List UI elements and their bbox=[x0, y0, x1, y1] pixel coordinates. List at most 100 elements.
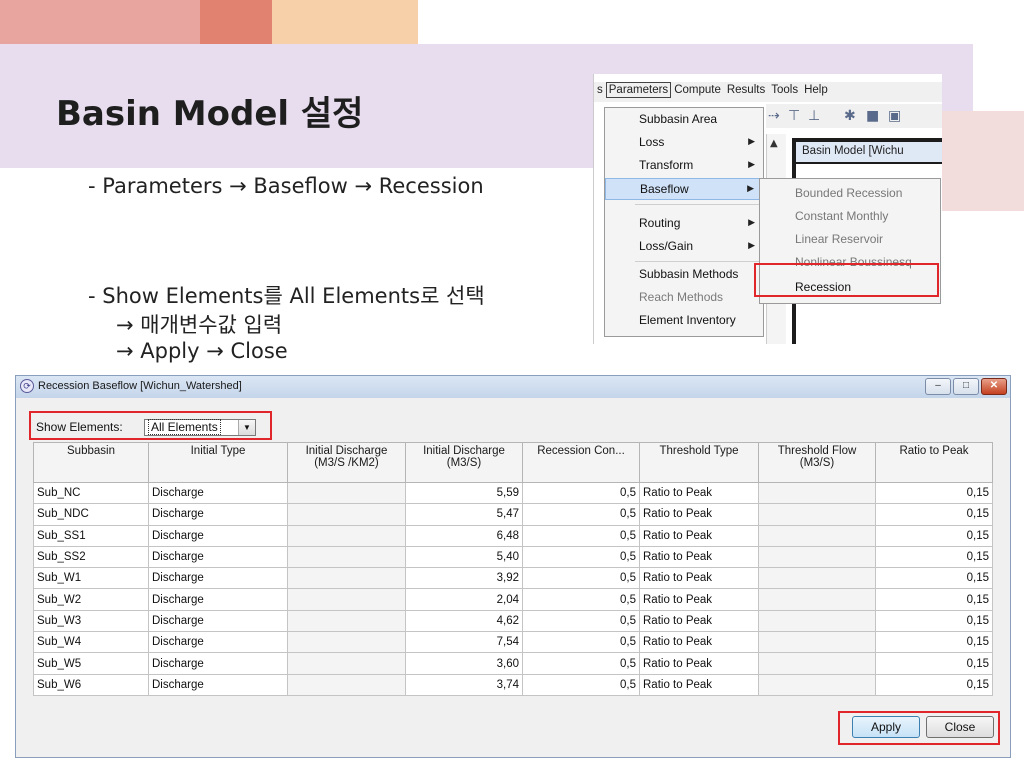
table-cell[interactable]: 0,5 bbox=[522, 588, 640, 611]
maximize-icon[interactable]: □ bbox=[953, 378, 979, 395]
table-cell[interactable]: Ratio to Peak bbox=[639, 524, 759, 547]
table-cell[interactable]: Discharge bbox=[148, 673, 288, 696]
column-header[interactable]: Initial Discharge (M3/S /KM2) bbox=[287, 442, 406, 483]
table-cell[interactable]: 0,5 bbox=[522, 673, 640, 696]
table-cell[interactable]: Ratio to Peak bbox=[639, 652, 759, 675]
table-cell[interactable]: Discharge bbox=[148, 503, 288, 526]
table-cell[interactable]: 0,5 bbox=[522, 652, 640, 675]
column-header[interactable]: Initial Type bbox=[148, 442, 288, 483]
table-cell[interactable]: Sub_NC bbox=[33, 481, 149, 505]
tool-icon-5[interactable]: ■ bbox=[866, 108, 879, 124]
table-cell[interactable]: 3,60 bbox=[405, 652, 523, 675]
table-cell[interactable] bbox=[287, 652, 406, 675]
table-cell[interactable] bbox=[758, 524, 876, 547]
table-cell[interactable]: 0,5 bbox=[522, 567, 640, 590]
table-cell[interactable] bbox=[758, 588, 876, 611]
column-header[interactable]: Recession Con... bbox=[522, 442, 640, 483]
table-cell[interactable] bbox=[758, 503, 876, 526]
table-cell[interactable] bbox=[287, 567, 406, 590]
table-cell[interactable] bbox=[287, 631, 406, 654]
table-cell[interactable]: Discharge bbox=[148, 609, 288, 633]
table-cell[interactable]: Sub_W5 bbox=[33, 652, 149, 675]
table-cell[interactable]: 4,62 bbox=[405, 609, 523, 633]
tool-icon-1[interactable]: ⇢ bbox=[768, 108, 780, 124]
table-cell[interactable]: Ratio to Peak bbox=[639, 481, 759, 505]
table-cell[interactable]: Discharge bbox=[148, 481, 288, 505]
scroll-up-icon[interactable]: ▲ bbox=[770, 138, 778, 149]
table-cell[interactable] bbox=[287, 503, 406, 526]
table-cell[interactable]: 5,59 bbox=[405, 481, 523, 505]
dialog-titlebar[interactable]: ⟳ Recession Baseflow [Wichun_Watershed] … bbox=[16, 376, 1010, 398]
table-cell[interactable]: Sub_NDC bbox=[33, 503, 149, 526]
minimize-icon[interactable]: – bbox=[925, 378, 951, 395]
menu-parameters[interactable]: Parameters bbox=[605, 82, 672, 98]
table-row[interactable]: Sub_W2 Discharge 2,04 0,5 Ratio to Peak 0,15 bbox=[33, 588, 993, 611]
tool-icon-6[interactable]: ▣ bbox=[888, 108, 901, 124]
table-cell[interactable]: 0,15 bbox=[875, 481, 993, 505]
menu-item-loss[interactable]: Loss ▶ bbox=[605, 132, 763, 154]
table-cell[interactable] bbox=[287, 588, 406, 611]
table-cell[interactable]: 3,74 bbox=[405, 673, 523, 696]
column-header[interactable]: Initial Discharge (M3/S) bbox=[405, 442, 523, 483]
menu-item-subbasin-area[interactable]: Subbasin Area bbox=[605, 109, 763, 131]
table-cell[interactable]: 0,5 bbox=[522, 503, 640, 526]
tool-icon-4[interactable]: ✱ bbox=[844, 108, 856, 124]
table-cell[interactable]: 0,15 bbox=[875, 673, 993, 696]
table-row[interactable]: Sub_SS2 Discharge 5,40 0,5 Ratio to Peak 0,15 bbox=[33, 545, 993, 569]
table-cell[interactable] bbox=[287, 673, 406, 696]
menu-item-transform[interactable]: Transform ▶ bbox=[605, 155, 763, 177]
table-cell[interactable]: 0,15 bbox=[875, 609, 993, 633]
menu-compute[interactable]: Compute bbox=[671, 82, 724, 98]
table-cell[interactable]: 7,54 bbox=[405, 631, 523, 654]
table-cell[interactable]: 0,15 bbox=[875, 503, 993, 526]
table-cell[interactable]: Ratio to Peak bbox=[639, 673, 759, 696]
table-cell[interactable]: Discharge bbox=[148, 524, 288, 547]
table-cell[interactable]: 0,15 bbox=[875, 652, 993, 675]
table-row[interactable]: Sub_NC Discharge 5,59 0,5 Ratio to Peak 0,15 bbox=[33, 481, 993, 505]
table-cell[interactable] bbox=[758, 545, 876, 569]
table-cell[interactable]: 5,40 bbox=[405, 545, 523, 569]
table-cell[interactable]: Ratio to Peak bbox=[639, 567, 759, 590]
table-cell[interactable]: 5,47 bbox=[405, 503, 523, 526]
table-row[interactable]: Sub_W5 Discharge 3,60 0,5 Ratio to Peak 0,15 bbox=[33, 652, 993, 675]
table-cell[interactable]: Sub_W3 bbox=[33, 609, 149, 633]
table-cell[interactable]: Ratio to Peak bbox=[639, 588, 759, 611]
table-cell[interactable]: Ratio to Peak bbox=[639, 631, 759, 654]
table-cell[interactable]: Ratio to Peak bbox=[639, 503, 759, 526]
column-header[interactable]: Ratio to Peak bbox=[875, 442, 993, 483]
table-cell[interactable]: Ratio to Peak bbox=[639, 545, 759, 569]
table-cell[interactable]: 0,15 bbox=[875, 524, 993, 547]
table-cell[interactable]: Sub_W2 bbox=[33, 588, 149, 611]
column-header[interactable]: Subbasin bbox=[33, 442, 149, 483]
table-cell[interactable]: 0,5 bbox=[522, 545, 640, 569]
tool-icon-3[interactable]: ⊥ bbox=[808, 108, 820, 124]
table-cell[interactable]: Sub_W4 bbox=[33, 631, 149, 654]
menu-results[interactable]: Results bbox=[724, 82, 768, 98]
table-cell[interactable] bbox=[758, 481, 876, 505]
table-cell[interactable] bbox=[758, 609, 876, 633]
table-cell[interactable]: 0,5 bbox=[522, 481, 640, 505]
tool-icon-2[interactable]: ⊤ bbox=[788, 108, 800, 124]
menu-item-subbasin-methods[interactable]: Subbasin Methods bbox=[605, 264, 763, 286]
table-cell[interactable]: 6,48 bbox=[405, 524, 523, 547]
table-cell[interactable] bbox=[287, 545, 406, 569]
menu-tools[interactable]: Tools bbox=[768, 82, 801, 98]
table-cell[interactable] bbox=[758, 652, 876, 675]
table-cell[interactable] bbox=[758, 673, 876, 696]
menu-item-element-inventory[interactable]: Element Inventory bbox=[605, 310, 763, 332]
table-cell[interactable]: Discharge bbox=[148, 631, 288, 654]
table-cell[interactable]: 0,5 bbox=[522, 631, 640, 654]
table-cell[interactable]: Discharge bbox=[148, 567, 288, 590]
menu-item-baseflow[interactable]: Baseflow ▶ bbox=[605, 178, 763, 200]
table-cell[interactable]: 0,15 bbox=[875, 545, 993, 569]
table-cell[interactable]: 0,15 bbox=[875, 631, 993, 654]
table-cell[interactable]: Discharge bbox=[148, 588, 288, 611]
close-icon[interactable]: ✕ bbox=[981, 378, 1007, 395]
table-cell[interactable] bbox=[287, 524, 406, 547]
menu-help[interactable]: Help bbox=[801, 82, 831, 98]
table-row[interactable]: Sub_SS1 Discharge 6,48 0,5 Ratio to Peak 0,15 bbox=[33, 524, 993, 547]
menu-s[interactable]: s bbox=[594, 82, 606, 98]
table-cell[interactable] bbox=[758, 567, 876, 590]
menu-item-routing[interactable]: Routing ▶ bbox=[605, 213, 763, 235]
table-cell[interactable]: 0,15 bbox=[875, 567, 993, 590]
